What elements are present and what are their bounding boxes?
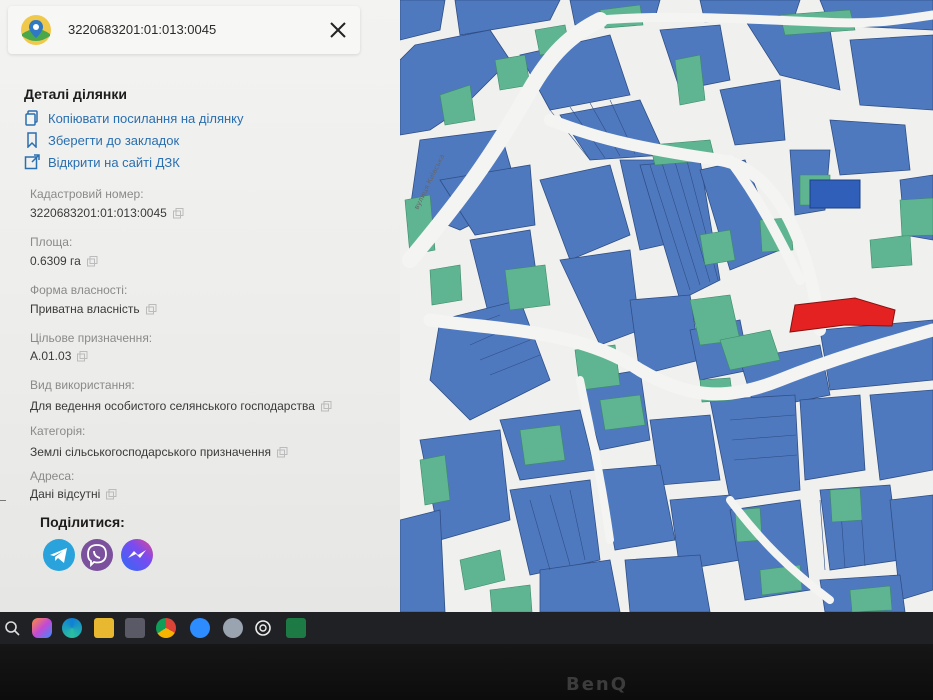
field-value-purpose: А.01.03 (30, 349, 88, 363)
cadastral-number-title: 3220683201:01:013:0045 (68, 22, 217, 37)
cadastral-value: 3220683201:01:013:0045 (30, 206, 167, 220)
field-value-category: Землі сільськогосподарського призначення (30, 445, 288, 459)
copy-icon[interactable] (106, 488, 117, 500)
app-icon[interactable] (223, 618, 243, 638)
chatgpt-icon[interactable] (253, 618, 273, 638)
store-icon[interactable] (125, 618, 145, 638)
search-icon[interactable] (2, 618, 22, 638)
details-title: Деталі ділянки (24, 86, 127, 102)
cadastral-map[interactable]: вулиця Київська (400, 0, 933, 612)
field-label-category: Категорія: (30, 424, 86, 438)
category-value: Землі сільськогосподарського призначення (30, 445, 271, 459)
save-bookmark-button[interactable]: Зберегти до закладок (24, 132, 179, 148)
field-value-area: 0.6309 га (30, 254, 98, 268)
field-label-area: Площа: (30, 235, 73, 249)
excel-icon[interactable] (286, 618, 306, 638)
edge-mark (0, 500, 6, 502)
windows-taskbar (0, 612, 933, 644)
copy-icon[interactable] (77, 350, 88, 362)
monitor-brand-logo: BenQ (566, 674, 629, 695)
address-value: Дані відсутні (30, 487, 101, 501)
usage-value: Для ведення особистого селянського госпо… (30, 399, 315, 413)
copy-icon[interactable] (145, 303, 157, 315)
close-icon[interactable] (326, 18, 350, 42)
app-logo-icon (21, 15, 51, 45)
field-value-ownership: Приватна власність (30, 302, 157, 316)
file-explorer-icon[interactable] (94, 618, 114, 638)
copy-link-button[interactable]: Копіювати посилання на ділянку (24, 110, 244, 126)
purpose-value: А.01.03 (30, 349, 72, 363)
field-label-address: Адреса: (30, 469, 75, 483)
open-dzk-button[interactable]: Відкрити на сайті ДЗК (24, 154, 180, 170)
copy-link-icon (25, 110, 38, 126)
copilot-icon[interactable] (32, 618, 52, 638)
highlighted-parcel (809, 179, 861, 209)
share-title: Поділитися: (40, 514, 125, 530)
bookmark-icon (27, 132, 37, 148)
zoom-icon[interactable] (190, 618, 210, 638)
panel-header: 3220683201:01:013:0045 (8, 6, 360, 54)
copy-icon[interactable] (86, 255, 98, 267)
save-bookmark-label: Зберегти до закладок (48, 132, 180, 148)
field-label-ownership: Форма власності: (30, 283, 128, 297)
open-dzk-label: Відкрити на сайті ДЗК (48, 154, 180, 170)
chrome-icon[interactable] (156, 618, 176, 638)
external-link-icon (24, 154, 40, 170)
copy-icon[interactable] (320, 400, 332, 412)
field-value-cadastral: 3220683201:01:013:0045 (30, 206, 184, 220)
monitor-bezel (0, 644, 933, 700)
field-value-address: Дані відсутні (30, 487, 117, 501)
copy-icon[interactable] (276, 446, 288, 458)
field-value-usage: Для ведення особистого селянського госпо… (30, 399, 332, 413)
screen: 3220683201:01:013:0045 Деталі ділянки Ко… (0, 0, 933, 612)
area-value: 0.6309 га (30, 254, 81, 268)
viber-share-button[interactable] (80, 538, 114, 572)
copy-link-label: Копіювати посилання на ділянку (48, 110, 244, 126)
field-label-usage: Вид використання: (30, 378, 135, 392)
messenger-share-button[interactable] (120, 538, 154, 572)
copy-icon[interactable] (172, 207, 184, 219)
parcel-details-panel: 3220683201:01:013:0045 Деталі ділянки Ко… (0, 0, 400, 612)
edge-icon[interactable] (62, 618, 82, 638)
ownership-value: Приватна власність (30, 302, 140, 316)
field-label-purpose: Цільове призначення: (30, 331, 153, 345)
field-label-cadastral: Кадастровий номер: (30, 187, 144, 201)
telegram-share-button[interactable] (42, 538, 76, 572)
